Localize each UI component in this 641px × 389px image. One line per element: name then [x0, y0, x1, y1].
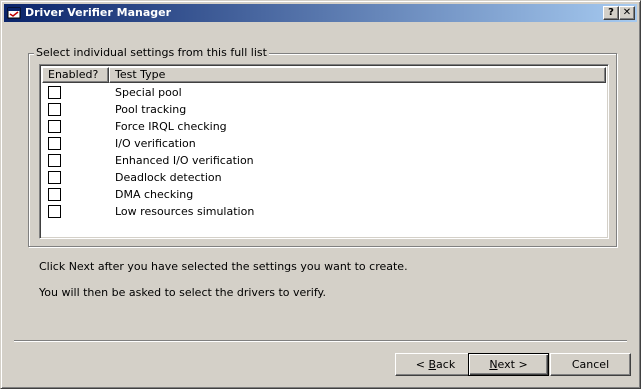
enabled-checkbox[interactable] — [48, 103, 61, 116]
enabled-checkbox[interactable] — [48, 205, 61, 218]
button-separator — [14, 340, 627, 342]
enabled-checkbox[interactable] — [48, 171, 61, 184]
close-icon: ✕ — [622, 7, 632, 18]
back-button-mnemonic: B — [428, 358, 437, 371]
enabled-checkbox[interactable] — [48, 137, 61, 150]
window-app-icon — [7, 7, 21, 19]
title-bar[interactable]: Driver Verifier Manager ? ✕ — [4, 4, 637, 22]
test-type-list[interactable]: Enabled? Test Type Special pool Pool tra… — [39, 64, 609, 239]
list-item[interactable]: Force IRQL checking — [42, 118, 606, 135]
test-type-label: I/O verification — [115, 137, 196, 150]
instruction-text-drivers: You will then be asked to select the dri… — [39, 286, 326, 299]
next-button-mnemonic: N — [489, 358, 498, 371]
back-button-label: ack — [436, 358, 456, 371]
list-item[interactable]: Pool tracking — [42, 101, 606, 118]
list-header: Enabled? Test Type — [42, 67, 606, 83]
enabled-checkbox[interactable] — [48, 188, 61, 201]
help-button[interactable]: ? — [603, 6, 619, 20]
list-item[interactable]: I/O verification — [42, 135, 606, 152]
list-item[interactable]: DMA checking — [42, 186, 606, 203]
enabled-checkbox[interactable] — [48, 154, 61, 167]
test-type-label: Special pool — [115, 86, 182, 99]
test-type-label: Deadlock detection — [115, 171, 222, 184]
next-button-label: ext > — [497, 358, 528, 371]
test-type-label: Force IRQL checking — [115, 120, 227, 133]
window-title: Driver Verifier Manager — [25, 6, 172, 19]
test-type-label: Low resources simulation — [115, 205, 255, 218]
column-header-enabled[interactable]: Enabled? — [42, 67, 109, 83]
list-item[interactable]: Deadlock detection — [42, 169, 606, 186]
next-button[interactable]: Next > — [468, 353, 549, 376]
enabled-checkbox[interactable] — [48, 120, 61, 133]
list-item[interactable]: Low resources simulation — [42, 203, 606, 220]
test-type-label: DMA checking — [115, 188, 194, 201]
back-button-prefix: < — [415, 358, 429, 371]
back-button[interactable]: < Back — [395, 353, 476, 376]
enabled-checkbox[interactable] — [48, 86, 61, 99]
driver-verifier-dialog: Driver Verifier Manager ? ✕ Select indiv… — [0, 0, 641, 389]
close-button[interactable]: ✕ — [619, 6, 635, 20]
help-icon: ? — [608, 7, 614, 18]
test-type-label: Pool tracking — [115, 103, 187, 116]
cancel-button[interactable]: Cancel — [550, 353, 631, 376]
list-item[interactable]: Special pool — [42, 84, 606, 101]
instruction-text-next: Click Next after you have selected the s… — [39, 260, 408, 273]
test-type-label: Enhanced I/O verification — [115, 154, 254, 167]
list-item[interactable]: Enhanced I/O verification — [42, 152, 606, 169]
column-header-test-type[interactable]: Test Type — [109, 67, 606, 83]
groupbox-label: Select individual settings from this ful… — [34, 46, 269, 59]
